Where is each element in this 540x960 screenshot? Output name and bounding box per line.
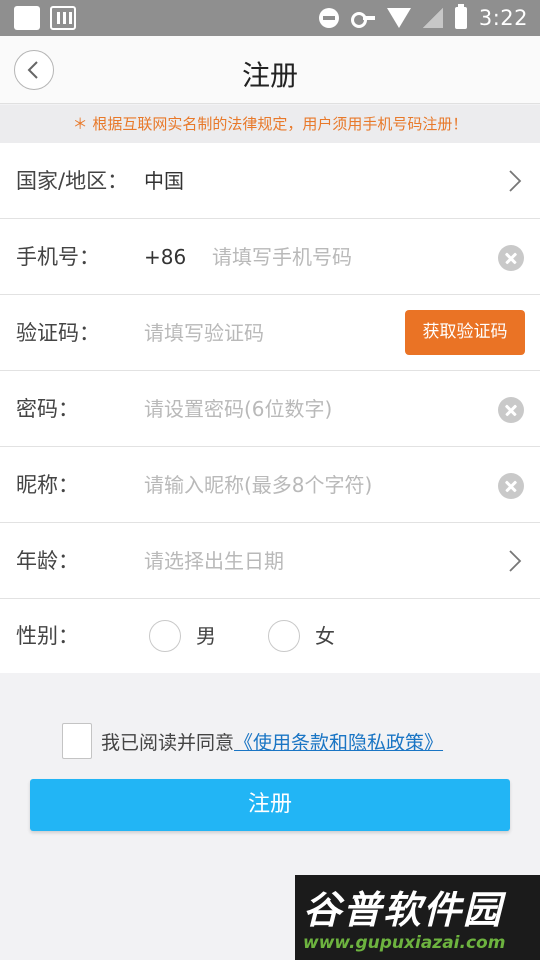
gender-label: 性别： [16,624,79,648]
gender-row: 性别： 男 女 [0,599,540,673]
age-row[interactable]: 年龄： [0,523,540,599]
gender-male-radio[interactable] [149,620,181,652]
password-row: 密码： [0,371,540,447]
notification-square-icon [14,6,40,30]
phone-input[interactable] [212,239,482,275]
code-row: 验证码： 获取验证码 [0,295,540,371]
birthdate-input[interactable] [144,543,474,579]
agreement: 我已阅读并同意 《使用条款和隐私政策》 [62,723,443,759]
status-time: 3:22 [478,6,528,30]
clear-password-button[interactable] [498,397,524,423]
chevron-right-icon [509,550,522,572]
legal-notice: ＊ 根据互联网实名制的法律规定，用户须用手机号码注册！ [0,105,540,143]
agreement-checkbox[interactable] [62,723,92,759]
nav-bar: 注册 [0,36,540,104]
nickname-label: 昵称： [16,473,79,497]
gender-female-radio[interactable] [268,620,300,652]
page-title: 注册 [241,59,298,92]
verification-code-input[interactable] [144,315,384,351]
age-label: 年龄： [16,549,79,573]
password-input[interactable] [144,391,474,427]
terms-link[interactable]: 《使用条款和隐私政策》 [234,728,443,755]
gender-male-label[interactable]: 男 [196,599,216,673]
register-button[interactable]: 注册 [30,779,510,831]
country-code: +86 [144,245,187,269]
region-row[interactable]: 国家/地区： 中国 [0,143,540,219]
code-label: 验证码： [16,321,100,345]
watermark-title: 谷普软件园 [303,888,504,932]
clear-phone-button[interactable] [498,245,524,271]
watermark-url: www.gupuxiazai.com [303,933,506,953]
clear-nickname-button[interactable] [498,473,524,499]
status-right: 3:22 [318,4,528,30]
nickname-row: 昵称： [0,447,540,523]
agreement-text: 我已阅读并同意 [101,731,235,754]
do-not-disturb-icon [318,8,339,28]
nickname-input[interactable] [144,467,484,503]
phone-label: 手机号： [16,245,100,269]
password-label: 密码： [16,397,79,421]
app-notification-icon [50,6,76,30]
status-left [14,6,76,30]
battery-charging-icon [454,4,467,29]
status-bar: 3:22 [0,0,540,36]
no-signal-icon [422,8,443,28]
phone-row: 手机号： +86 [0,219,540,295]
region-value: 中国 [144,169,184,193]
registration-form: 国家/地区： 中国 手机号： +86 验证码： 获取验证码 密码： 昵称： 年龄… [0,143,540,673]
site-watermark: 谷普软件园 www.gupuxiazai.com [295,875,540,960]
gender-female-label[interactable]: 女 [315,599,335,673]
vpn-key-icon [350,11,375,28]
get-code-button[interactable]: 获取验证码 [405,310,525,355]
chevron-right-icon [509,170,522,192]
region-label: 国家/地区： [16,169,129,193]
wifi-icon [386,8,411,28]
